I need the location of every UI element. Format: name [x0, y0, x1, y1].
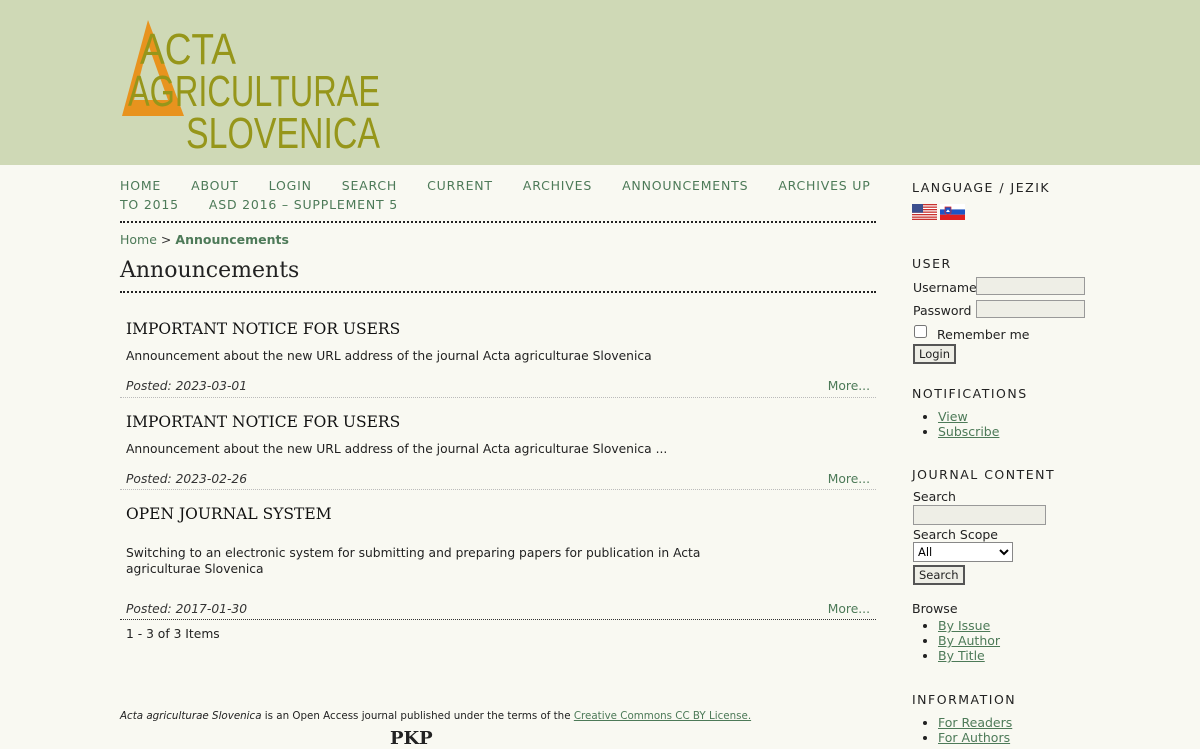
announcement-item: OPEN JOURNAL SYSTEM Switching to an elec…	[126, 505, 870, 577]
notifications-subscribe-link[interactable]: Subscribe	[938, 424, 999, 439]
announcement-more-link[interactable]: More...	[828, 379, 870, 393]
announcement-posted-date: Posted: 2023-03-01	[126, 379, 248, 393]
announcements-end-divider	[120, 619, 876, 620]
language-flags	[912, 201, 968, 220]
nav-current[interactable]: CURRENT	[427, 178, 493, 193]
announcement-item: IMPORTANT NOTICE FOR USERS Announcement …	[126, 320, 870, 364]
list-item: By Author	[938, 633, 1000, 648]
journal-content-block-title: JOURNAL CONTENT	[912, 467, 1056, 482]
nav-about[interactable]: ABOUT	[191, 178, 239, 193]
pagination-info: 1 - 3 of 3 Items	[126, 627, 220, 641]
nav-login[interactable]: LOGIN	[269, 178, 312, 193]
announcement-posted-date: Posted: 2017-01-30	[126, 602, 248, 616]
language-block-title: LANGUAGE / JEZIK	[912, 180, 1051, 195]
information-list: For Readers For Authors	[912, 715, 1012, 745]
list-item: By Issue	[938, 618, 1000, 633]
journal-logo[interactable]: ACTA AGRICULTURAE SLOVENICA	[120, 18, 382, 152]
browse-label: Browse	[912, 601, 958, 616]
browse-by-title-link[interactable]: By Title	[938, 648, 985, 663]
footer-text: is an Open Access journal published unde…	[261, 710, 574, 722]
slovenia-flag-icon[interactable]	[940, 203, 965, 220]
list-item: For Readers	[938, 715, 1012, 730]
page-title: Announcements	[120, 258, 876, 293]
login-button[interactable]: Login	[913, 344, 957, 364]
search-label: Search	[913, 489, 956, 504]
browse-by-author-link[interactable]: By Author	[938, 633, 1000, 648]
information-block-title: INFORMATION	[912, 692, 1017, 707]
announcement-description: Announcement about the new URL address o…	[126, 442, 668, 456]
user-block-title: USER	[912, 256, 952, 271]
main-navigation: HOME ABOUT LOGIN SEARCH CURRENT ARCHIVES ANNOU…	[120, 176, 876, 223]
notifications-block-title: NOTIFICATIONS	[912, 386, 1028, 401]
remember-me-label: Remember me	[937, 327, 1030, 342]
breadcrumb: Home > Announcements	[120, 232, 289, 247]
announcement-description: Switching to an electronic system for su…	[126, 546, 701, 576]
footer-license-note: Acta agriculturae Slovenica is an Open A…	[120, 710, 751, 722]
remember-me-checkbox[interactable]	[914, 325, 927, 338]
breadcrumb-current[interactable]: Announcements	[175, 232, 289, 247]
search-input[interactable]	[913, 505, 1046, 525]
notifications-view-link[interactable]: View	[938, 409, 968, 424]
announcement-description: Announcement about the new URL address o…	[126, 349, 652, 363]
pkp-logo[interactable]: PKP	[390, 728, 433, 749]
nav-search[interactable]: SEARCH	[342, 178, 397, 193]
browse-list: By Issue By Author By Title	[912, 618, 1000, 663]
search-scope-label: Search Scope	[913, 527, 998, 542]
password-input[interactable]	[976, 300, 1085, 318]
username-label: Username	[913, 280, 977, 295]
nav-announcements[interactable]: ANNOUNCEMENTS	[622, 178, 748, 193]
nav-archives[interactable]: ARCHIVES	[523, 178, 592, 193]
password-label: Password	[913, 303, 972, 318]
for-readers-link[interactable]: For Readers	[938, 715, 1012, 730]
breadcrumb-home[interactable]: Home	[120, 232, 157, 247]
browse-by-issue-link[interactable]: By Issue	[938, 618, 990, 633]
notifications-list: View Subscribe	[912, 409, 999, 439]
list-item: View	[938, 409, 999, 424]
announcement-divider	[120, 397, 876, 398]
announcement-more-link[interactable]: More...	[828, 472, 870, 486]
announcement-title: OPEN JOURNAL SYSTEM	[126, 505, 332, 523]
username-input[interactable]	[976, 277, 1085, 295]
list-item: By Title	[938, 648, 1000, 663]
announcement-more-link[interactable]: More...	[828, 602, 870, 616]
svg-text:SLOVENICA: SLOVENICA	[186, 109, 380, 152]
search-scope-select[interactable]: All	[913, 542, 1013, 562]
announcement-divider	[120, 489, 876, 490]
us-flag-icon[interactable]	[912, 203, 937, 220]
announcement-title: IMPORTANT NOTICE FOR USERS	[126, 413, 401, 431]
license-link[interactable]: Creative Commons CC BY License.	[574, 710, 751, 722]
announcement-item: IMPORTANT NOTICE FOR USERS Announcement …	[126, 413, 870, 457]
nav-asd-2016-supplement[interactable]: ASD 2016 – SUPPLEMENT 5	[209, 197, 398, 212]
nav-home[interactable]: HOME	[120, 178, 161, 193]
breadcrumb-separator: >	[160, 232, 172, 247]
site-header: ACTA AGRICULTURAE SLOVENICA	[0, 0, 1200, 165]
for-authors-link[interactable]: For Authors	[938, 730, 1010, 745]
footer-journal-name: Acta agriculturae Slovenica	[120, 710, 262, 722]
announcement-posted-date: Posted: 2023-02-26	[126, 472, 248, 486]
list-item: Subscribe	[938, 424, 999, 439]
announcement-title: IMPORTANT NOTICE FOR USERS	[126, 320, 401, 338]
search-button[interactable]: Search	[913, 565, 965, 585]
list-item: For Authors	[938, 730, 1012, 745]
